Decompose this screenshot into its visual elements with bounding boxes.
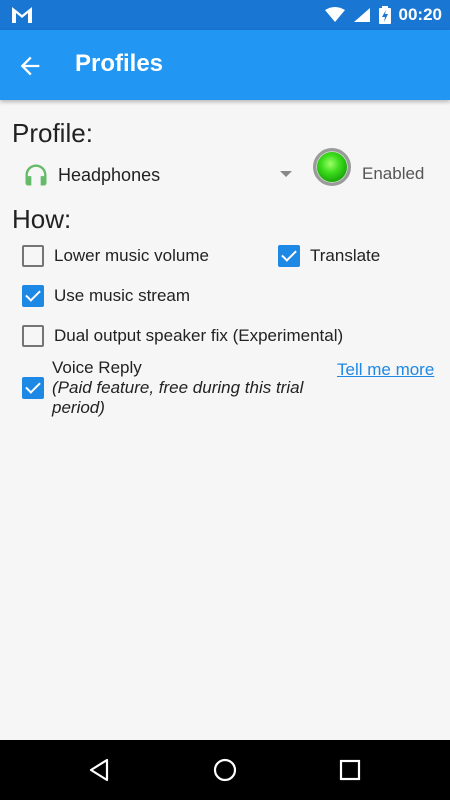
enabled-label: Enabled	[362, 164, 425, 183]
gmail-notification-icon	[12, 7, 32, 23]
translate-checkbox[interactable]: Translate	[278, 245, 380, 267]
dropdown-arrow-icon	[280, 171, 292, 177]
checkbox-label: Lower music volume	[54, 246, 209, 265]
profile-dropdown[interactable]: Headphones	[22, 158, 302, 192]
lower-music-volume-checkbox[interactable]: Lower music volume	[22, 245, 209, 267]
checkbox-unchecked-icon	[22, 245, 44, 267]
checkbox-checked-icon	[278, 245, 300, 267]
status-icons: 00:20	[324, 0, 442, 30]
headphones-icon	[25, 164, 47, 186]
voice-reply-checkbox[interactable]	[22, 377, 44, 399]
checkbox-label: Use music stream	[54, 286, 191, 305]
checkbox-label: Dual output speaker fix (Experimental)	[54, 326, 344, 345]
back-arrow-icon[interactable]	[16, 52, 44, 80]
voice-reply-text: Voice Reply (Paid feature, free during t…	[52, 358, 322, 418]
status-time: 00:20	[398, 5, 442, 24]
recents-square-icon[interactable]	[336, 756, 364, 784]
enabled-status-light[interactable]	[313, 148, 351, 186]
voice-reply-note: (Paid feature, free during this trial pe…	[52, 378, 304, 417]
how-heading: How:	[12, 204, 72, 234]
status-bar: 00:20	[0, 0, 450, 30]
dual-output-speaker-fix-checkbox[interactable]: Dual output speaker fix (Experimental)	[22, 325, 343, 347]
back-triangle-icon[interactable]	[86, 756, 114, 784]
checkbox-checked-icon	[22, 285, 44, 307]
battery-charging-icon	[378, 6, 391, 24]
profile-selected-value: Headphones	[58, 164, 161, 185]
signal-icon	[353, 8, 370, 22]
checkbox-label: Translate	[310, 246, 381, 265]
checkbox-unchecked-icon	[22, 325, 44, 347]
checkbox-checked-icon	[22, 377, 44, 399]
use-music-stream-checkbox[interactable]: Use music stream	[22, 285, 190, 307]
home-circle-icon[interactable]	[211, 756, 239, 784]
tell-me-more-link[interactable]: Tell me more	[337, 360, 434, 380]
app-bar: Profiles	[0, 30, 450, 100]
main-content: Profile: Headphones Enabled How: Lower m…	[0, 100, 450, 740]
page-title: Profiles	[75, 50, 164, 77]
voice-reply-label: Voice Reply	[52, 358, 142, 377]
navigation-bar	[0, 740, 450, 800]
profile-heading: Profile:	[12, 118, 93, 148]
wifi-icon	[324, 7, 345, 22]
